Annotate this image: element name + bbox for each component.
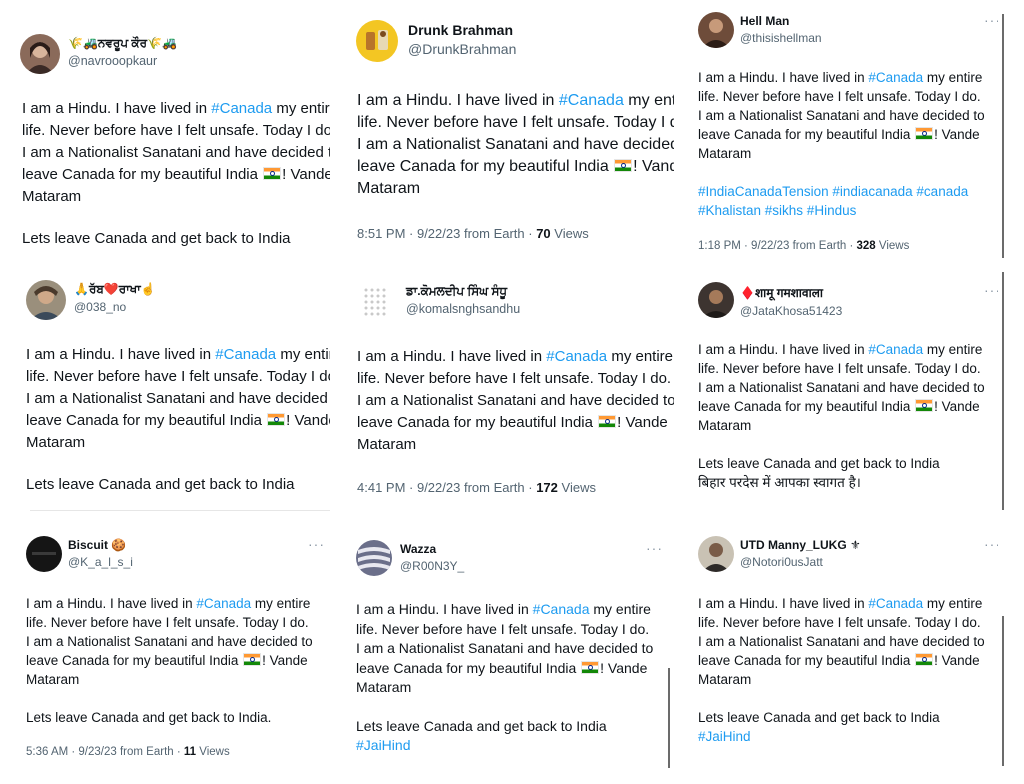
handle[interactable]: @navrooopkaur [68,54,177,68]
tweet-header: UTD Manny_LUKG ⚜ @Notori0usJatt ··· [698,536,998,586]
tweet-header: ♦️शामू गमशावाला @JataKhosa51423 ··· [698,282,998,332]
tweet-header: 🙏ਰੱਬ❤️ਰਾਖਾ☝️ @038_no [26,280,330,330]
tweet-meta: 1:18 PM · 9/22/23 from Earth · 328 Views [698,240,910,252]
tweet-card: Drunk Brahman @DrunkBrahman I am a Hindu… [356,20,674,250]
tweet-text: I am a Hindu. I have lived in #Canada my… [356,600,653,756]
view-count[interactable]: 328 [857,240,876,252]
view-count[interactable]: 70 [536,226,550,241]
card-edge [1002,14,1004,258]
tweet-card: 🌾🚜ਨਵਰੂਪ ਕੌਰ🌾🚜 @navrooopkaur I am a Hindu… [20,34,330,254]
tweet-text: I am a Hindu. I have lived in #Canada my… [357,92,674,197]
display-name[interactable]: Wazza [400,542,464,556]
handle[interactable]: @DrunkBrahman [408,41,516,57]
display-name[interactable]: ਡਾ.ਕੋਮਲਦੀਪ ਸਿੰਘ ਸੰਧੂ [406,284,520,299]
tweet-card: Hell Man @thisishellman ··· I am a Hindu… [698,12,998,258]
display-name[interactable]: ♦️शामू गमशावाला [740,284,842,301]
avatar[interactable] [26,536,62,572]
tweet-text: I am a Hindu. I have lived in #Canada my… [698,596,985,746]
tweet-card: Biscuit 🍪 @K_a_l_s_i ··· I am a Hindu. I… [26,536,330,766]
hashtag-link[interactable]: #Canada [546,348,607,365]
india-flag-icon [915,653,934,666]
india-flag-icon [267,413,286,426]
hashtag-link[interactable]: #Canada [868,596,923,611]
display-name[interactable]: Biscuit 🍪 [68,538,133,552]
tweet-meta: 5:36 AM · 9/23/23 from Earth · 11 Views [26,746,230,758]
tweet-text: I am a Hindu. I have lived in #Canada my… [698,342,985,490]
india-flag-icon [598,415,617,428]
avatar[interactable] [356,282,396,322]
india-flag-icon [243,653,262,666]
tweet-text: I am a Hindu. I have lived in #Canada my… [22,100,330,247]
display-name[interactable]: Hell Man [740,14,822,28]
tweet-header: Wazza @R00N3Y_ ··· [356,540,666,590]
handle[interactable]: @R00N3Y_ [400,559,464,573]
handle[interactable]: @Notori0usJatt [740,555,861,569]
avatar[interactable] [356,20,398,62]
tweet-card: Wazza @R00N3Y_ ··· I am a Hindu. I have … [356,540,666,766]
hashtag-link[interactable]: #JaiHind [698,727,985,746]
display-name[interactable]: 🙏ਰੱਬ❤️ਰਾਖਾ☝️ [74,282,156,297]
tweet-header: ਡਾ.ਕੋਮਲਦੀਪ ਸਿੰਘ ਸੰਧੂ @komalsnghsandhu [356,282,674,332]
avatar[interactable] [20,34,60,74]
timestamp[interactable]: 8:51 PM · 9/22/23 from Earth · [357,226,536,241]
hashtag-link[interactable]: #Canada [196,596,251,611]
tweet-text: I am a Hindu. I have lived in #Canada my… [26,346,330,493]
card-edge [1002,272,1004,510]
more-options-icon[interactable]: ··· [308,536,325,552]
hashtag-link[interactable]: #IndiaCanadaTension #indiacanada #canada [698,182,985,201]
tweet-text: I am a Hindu. I have lived in #Canada my… [357,348,674,453]
hashtag-link[interactable]: #Canada [868,342,923,357]
more-options-icon[interactable]: ··· [984,282,998,298]
handle[interactable]: @komalsnghsandhu [406,302,520,316]
view-count[interactable]: 172 [536,480,558,495]
timestamp[interactable]: 4:41 PM · 9/22/23 from Earth · [357,480,536,495]
avatar[interactable] [698,282,734,318]
tweet-meta: 8:51 PM · 9/22/23 from Earth · 70 Views [357,226,589,241]
india-flag-icon [915,127,934,140]
display-name[interactable]: Drunk Brahman [408,22,516,38]
display-name[interactable]: 🌾🚜ਨਵਰੂਪ ਕੌਰ🌾🚜 [68,36,177,51]
card-edge [1002,616,1004,766]
hashtag-link[interactable]: #Canada [211,100,272,117]
hashtag-link[interactable]: #Canada [215,346,276,363]
handle[interactable]: @K_a_l_s_i [68,555,133,569]
tweet-header: Hell Man @thisishellman ··· [698,12,998,62]
tweet-card: ਡਾ.ਕੋਮਲਦੀਪ ਸਿੰਘ ਸੰਧੂ @komalsnghsandhu I … [356,282,674,504]
hashtag-link[interactable]: #JaiHind [356,736,653,756]
india-flag-icon [263,167,282,180]
avatar[interactable] [356,540,392,576]
tweet-header: Biscuit 🍪 @K_a_l_s_i ··· [26,536,330,586]
display-name[interactable]: UTD Manny_LUKG ⚜ [740,538,861,552]
india-flag-icon [581,660,600,674]
hashtag-link[interactable]: #Canada [533,601,590,617]
hashtag-link[interactable]: #Canada [868,70,923,85]
handle[interactable]: @JataKhosa51423 [740,304,842,318]
india-flag-icon [614,159,633,172]
tweet-card: ♦️शामू गमशावाला @JataKhosa51423 ··· I am… [698,282,998,510]
tweet-text: I am a Hindu. I have lived in #Canada my… [698,70,985,220]
tweet-meta: 4:41 PM · 9/22/23 from Earth · 172 Views [357,480,596,495]
handle[interactable]: @038_no [74,300,156,314]
more-options-icon[interactable]: ··· [984,12,998,28]
timestamp[interactable]: 5:36 AM · 9/23/23 from Earth · [26,746,184,758]
more-options-icon[interactable]: ··· [646,540,663,556]
view-count[interactable]: 11 [184,746,196,758]
handle[interactable]: @thisishellman [740,31,822,45]
india-flag-icon [915,399,934,412]
avatar[interactable] [26,280,66,320]
tweet-header: Drunk Brahman @DrunkBrahman [356,20,674,80]
tweet-header: 🌾🚜ਨਵਰੂਪ ਕੌਰ🌾🚜 @navrooopkaur [20,34,330,84]
avatar[interactable] [698,12,734,48]
hashtag-link[interactable]: #Canada [559,92,624,109]
more-options-icon[interactable]: ··· [984,536,998,552]
avatar[interactable] [698,536,734,572]
tweet-card: UTD Manny_LUKG ⚜ @Notori0usJatt ··· I am… [698,536,998,758]
tweet-card: 🙏ਰੱਬ❤️ਰਾਖਾ☝️ @038_no I am a Hindu. I hav… [26,280,330,510]
card-divider [30,510,330,511]
timestamp[interactable]: 1:18 PM · 9/22/23 from Earth · [698,240,857,252]
hashtag-link[interactable]: #Khalistan #sikhs #Hindus [698,201,985,220]
card-edge [668,668,670,768]
tweet-text: I am a Hindu. I have lived in #Canada my… [26,596,313,725]
